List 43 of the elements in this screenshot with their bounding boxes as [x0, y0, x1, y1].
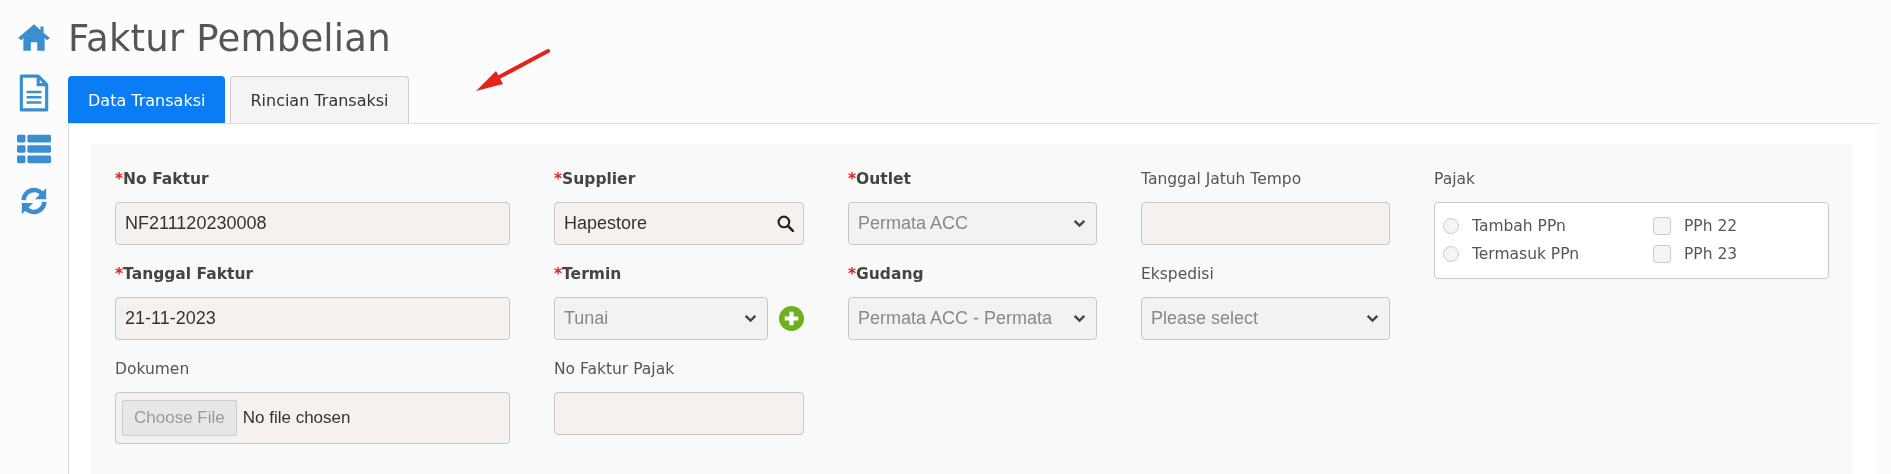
field-value: Hapestore: [564, 213, 648, 234]
file-field[interactable]: Choose File No file chosen: [115, 392, 510, 444]
search-icon[interactable]: [777, 215, 794, 232]
field-label: Gudang: [856, 265, 924, 283]
checkbox[interactable]: [1653, 217, 1671, 235]
text-field[interactable]: [1141, 202, 1390, 245]
tab[interactable]: Data Transaksi: [68, 76, 226, 123]
field-label: No Faktur Pajak: [554, 360, 675, 378]
required-mark: *: [115, 265, 124, 283]
tab[interactable]: Rincian Transaksi: [230, 76, 409, 123]
chevron-icon: [1073, 314, 1086, 323]
page-title: Faktur Pembelian: [68, 17, 392, 61]
field-label: Outlet: [856, 170, 911, 188]
text-field[interactable]: [554, 392, 804, 435]
option-label: Tambah PPn: [1472, 217, 1566, 235]
field-label: Supplier: [562, 170, 636, 188]
option-label: PPh 23: [1684, 245, 1738, 263]
text-field[interactable]: 21-11-2023: [115, 297, 510, 340]
required-mark: *: [554, 265, 563, 283]
chevron-icon: [1073, 219, 1086, 228]
field-label: Ekspedisi: [1141, 265, 1214, 283]
chevron-icon: [1366, 314, 1379, 323]
field-label: Pajak: [1434, 170, 1475, 188]
field-label: Tanggal Jatuh Tempo: [1141, 170, 1302, 188]
radio-button[interactable]: [1443, 246, 1459, 262]
required-mark: *: [848, 170, 857, 188]
search-field[interactable]: Hapestore: [554, 202, 804, 245]
list-icon[interactable]: [17, 134, 51, 164]
field-label: No Faktur: [123, 170, 209, 188]
radio-button[interactable]: [1443, 218, 1459, 234]
field-label: Dokumen: [115, 360, 190, 378]
required-mark: *: [848, 265, 857, 283]
required-mark: *: [115, 170, 124, 188]
text-field[interactable]: NF211120230008: [115, 202, 510, 245]
option-label: Termasuk PPn: [1472, 245, 1580, 263]
required-mark: *: [554, 170, 563, 188]
checkbox[interactable]: [1653, 245, 1671, 263]
field-label: Termin: [562, 265, 622, 283]
option-label: PPh 22: [1684, 217, 1738, 235]
home-icon[interactable]: [17, 22, 51, 52]
chevron-icon: [744, 314, 757, 323]
document-icon[interactable]: [17, 74, 51, 112]
field-label: Tanggal Faktur: [123, 265, 254, 283]
